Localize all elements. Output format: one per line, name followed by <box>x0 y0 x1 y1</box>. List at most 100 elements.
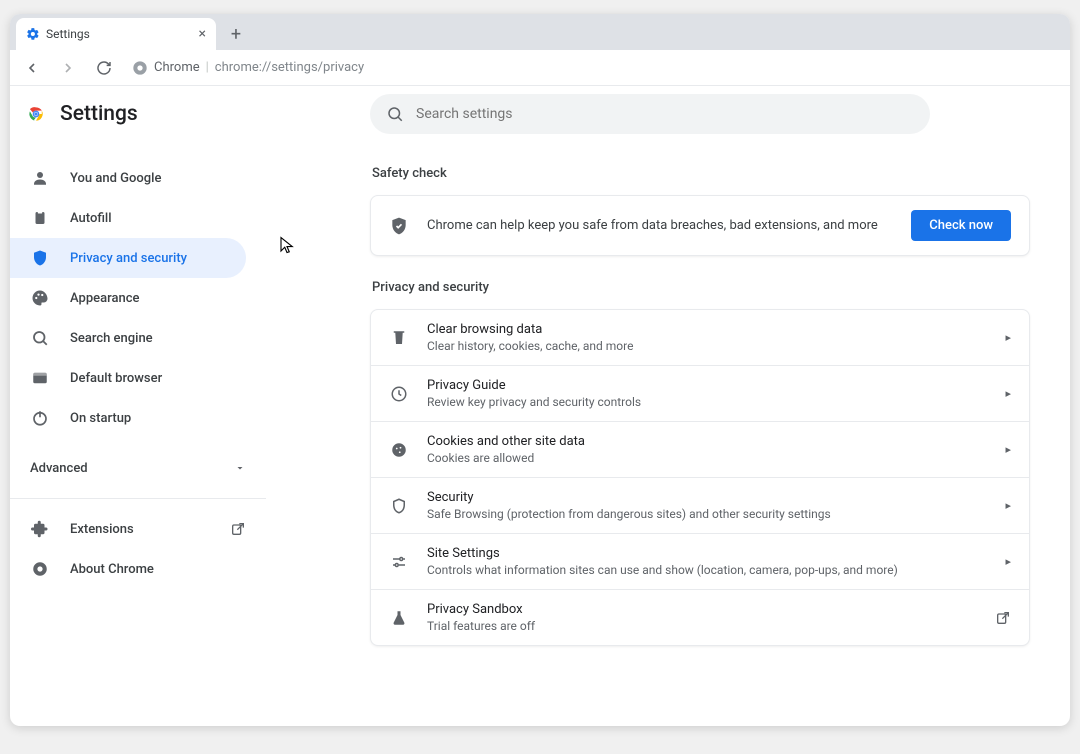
tab-strip: Settings × + <box>10 14 1070 50</box>
row-title: Site Settings <box>427 546 987 561</box>
row-clear-browsing-data[interactable]: Clear browsing data Clear history, cooki… <box>371 310 1029 365</box>
tab-title: Settings <box>46 27 90 41</box>
person-icon <box>30 169 50 187</box>
power-icon <box>30 409 50 427</box>
search-settings[interactable] <box>370 94 930 134</box>
extensions-label: Extensions <box>70 522 134 537</box>
browser-toolbar: Chrome | chrome://settings/privacy <box>10 50 1070 86</box>
site-info-icon[interactable] <box>132 60 148 76</box>
row-subtitle: Safe Browsing (protection from dangerous… <box>427 507 987 521</box>
sliders-icon <box>389 553 409 571</box>
page-header: Settings <box>10 86 1070 142</box>
sidebar-item-label: Appearance <box>70 291 139 306</box>
safety-check-row: Chrome can help keep you safe from data … <box>371 196 1029 255</box>
row-title: Clear browsing data <box>427 322 987 337</box>
chevron-right-icon: ▸ <box>1005 443 1011 456</box>
sidebar-item-on-startup[interactable]: On startup <box>10 398 246 438</box>
sidebar-item-search-engine[interactable]: Search engine <box>10 318 246 358</box>
open-external-icon <box>230 521 246 537</box>
settings-page: Settings You and Google Autofill <box>10 86 1070 726</box>
main-content: Safety check Chrome can help keep you sa… <box>370 142 1070 726</box>
search-input[interactable] <box>416 106 914 122</box>
row-subtitle: Clear history, cookies, cache, and more <box>427 339 987 353</box>
safety-check-text: Chrome can help keep you safe from data … <box>427 218 878 233</box>
sidebar-item-you-and-google[interactable]: You and Google <box>10 158 246 198</box>
extension-icon <box>30 520 50 538</box>
sidebar-item-label: On startup <box>70 411 131 426</box>
url-origin: Chrome <box>154 60 200 75</box>
row-subtitle: Cookies are allowed <box>427 451 987 465</box>
trash-icon <box>389 329 409 347</box>
url-path: chrome://settings/privacy <box>215 60 364 75</box>
about-label: About Chrome <box>70 562 154 577</box>
sidebar-item-label: You and Google <box>70 171 161 186</box>
sidebar-advanced-toggle[interactable]: Advanced <box>10 448 266 488</box>
sidebar: You and Google Autofill Privacy and secu… <box>10 142 266 726</box>
sidebar-item-label: Search engine <box>70 331 153 346</box>
search-icon <box>30 329 50 347</box>
url-separator: | <box>206 60 209 75</box>
palette-icon <box>30 289 50 307</box>
row-subtitle: Controls what information sites can use … <box>427 563 987 577</box>
cookie-icon <box>389 441 409 459</box>
privacy-security-card: Clear browsing data Clear history, cooki… <box>370 309 1030 646</box>
shield-check-icon <box>389 216 409 236</box>
clipboard-icon <box>30 209 50 227</box>
reload-button[interactable] <box>90 54 118 82</box>
page-body: You and Google Autofill Privacy and secu… <box>10 142 1070 726</box>
brand: Settings <box>26 102 370 126</box>
browser-tab-settings[interactable]: Settings × <box>16 18 216 50</box>
browser-window: Settings × + Chrome | chrome://settings/… <box>10 14 1070 726</box>
sidebar-item-label: Autofill <box>70 211 112 226</box>
gear-icon <box>26 27 40 41</box>
row-title: Cookies and other site data <box>427 434 987 449</box>
row-text: Security Safe Browsing (protection from … <box>427 490 987 521</box>
row-privacy-guide[interactable]: Privacy Guide Review key privacy and sec… <box>371 365 1029 421</box>
sidebar-item-autofill[interactable]: Autofill <box>10 198 246 238</box>
row-cookies[interactable]: Cookies and other site data Cookies are … <box>371 421 1029 477</box>
row-text: Clear browsing data Clear history, cooki… <box>427 322 987 353</box>
row-subtitle: Review key privacy and security controls <box>427 395 987 409</box>
privacy-security-heading: Privacy and security <box>372 280 1030 295</box>
row-text: Site Settings Controls what information … <box>427 546 987 577</box>
row-privacy-sandbox[interactable]: Privacy Sandbox Trial features are off <box>371 589 1029 645</box>
forward-button[interactable] <box>54 54 82 82</box>
open-external-icon <box>995 610 1011 626</box>
sidebar-item-appearance[interactable]: Appearance <box>10 278 246 318</box>
row-title: Privacy Guide <box>427 378 987 393</box>
sidebar-item-label: Default browser <box>70 371 162 386</box>
advanced-label: Advanced <box>30 461 88 476</box>
flask-icon <box>389 609 409 627</box>
close-tab-icon[interactable]: × <box>199 26 206 42</box>
sidebar-item-label: Privacy and security <box>70 251 187 266</box>
chevron-right-icon: ▸ <box>1005 555 1011 568</box>
row-site-settings[interactable]: Site Settings Controls what information … <box>371 533 1029 589</box>
row-text: Privacy Sandbox Trial features are off <box>427 602 977 633</box>
safety-check-card: Chrome can help keep you safe from data … <box>370 195 1030 256</box>
chrome-logo-icon <box>26 104 46 124</box>
row-title: Privacy Sandbox <box>427 602 977 617</box>
chrome-icon <box>30 560 50 578</box>
sidebar-item-privacy-security[interactable]: Privacy and security <box>10 238 246 278</box>
address-bar[interactable]: Chrome | chrome://settings/privacy <box>126 60 364 76</box>
new-tab-button[interactable]: + <box>222 20 250 48</box>
chevron-down-icon <box>234 462 246 474</box>
shield-icon <box>30 249 50 267</box>
sidebar-item-extensions[interactable]: Extensions <box>10 509 266 549</box>
safety-check-heading: Safety check <box>372 166 1030 181</box>
browser-icon <box>30 369 50 387</box>
back-button[interactable] <box>18 54 46 82</box>
check-now-button[interactable]: Check now <box>911 210 1011 241</box>
compass-icon <box>389 385 409 403</box>
row-security[interactable]: Security Safe Browsing (protection from … <box>371 477 1029 533</box>
chevron-right-icon: ▸ <box>1005 387 1011 400</box>
sidebar-item-default-browser[interactable]: Default browser <box>10 358 246 398</box>
shield-icon <box>389 497 409 515</box>
row-title: Security <box>427 490 987 505</box>
page-title: Settings <box>60 102 138 126</box>
chevron-right-icon: ▸ <box>1005 499 1011 512</box>
sidebar-item-about-chrome[interactable]: About Chrome <box>10 549 266 589</box>
row-text: Cookies and other site data Cookies are … <box>427 434 987 465</box>
sidebar-divider <box>10 498 266 499</box>
search-icon <box>386 105 404 123</box>
